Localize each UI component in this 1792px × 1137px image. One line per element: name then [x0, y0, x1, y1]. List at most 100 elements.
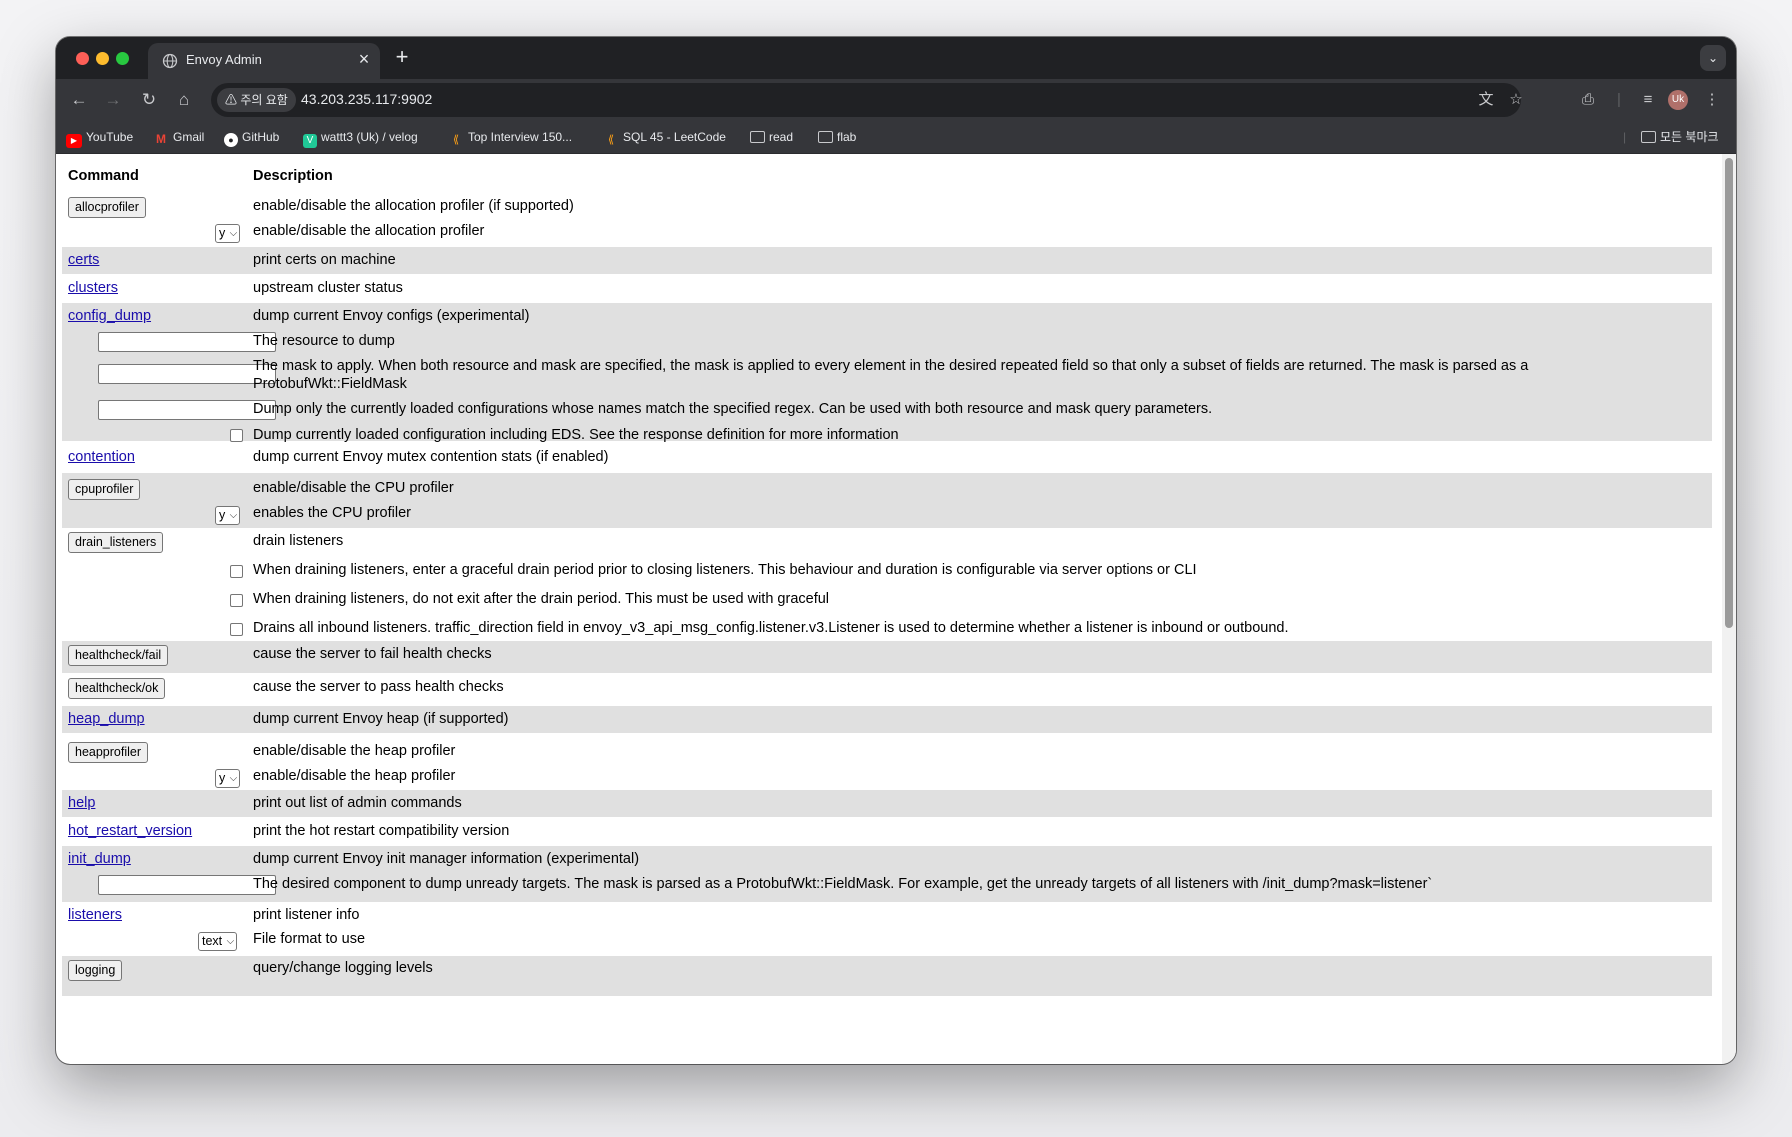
config-dump-link[interactable]: config_dump	[68, 308, 151, 324]
media-controls-icon[interactable]: ≡	[1636, 88, 1660, 112]
window-minimize-button[interactable]	[96, 52, 109, 65]
drain-skip-exit-checkbox[interactable]	[230, 594, 243, 607]
browser-toolbar: ← → ↻ ⌂ ⚠ 주의 요함 43.203.235.117:9902 文 ☆ …	[56, 79, 1736, 121]
translate-icon[interactable]: 文	[1474, 88, 1498, 112]
hot-restart-version-link[interactable]: hot_restart_version	[68, 823, 192, 839]
init-dump-mask-description: The desired component to dump unready ta…	[253, 876, 1433, 892]
folder-icon	[1641, 131, 1656, 143]
gmail-icon: M	[156, 132, 166, 146]
init-dump-link[interactable]: init_dump	[68, 851, 131, 867]
heapprofiler-enable-select[interactable]: y	[215, 769, 241, 788]
forward-arrow-icon[interactable]: →	[100, 87, 126, 113]
allocprofiler-button[interactable]: allocprofiler	[68, 197, 146, 218]
bookmark-folder-read[interactable]: read	[750, 128, 793, 146]
url-text[interactable]: 43.203.235.117:9902	[301, 91, 432, 107]
logging-button[interactable]: logging	[68, 960, 123, 981]
cpuprofiler-param-description: enables the CPU profiler	[253, 505, 411, 521]
config-dump-mask-description: The mask to apply. When both resource an…	[253, 358, 1529, 374]
allocprofiler-enable-select[interactable]: y	[215, 224, 241, 243]
allocprofiler-description: enable/disable the allocation profiler (…	[253, 198, 574, 214]
extensions-icon[interactable]: ⎙	[1576, 88, 1600, 112]
bookmark-gmail[interactable]: M Gmail	[153, 128, 204, 146]
listeners-format-select[interactable]: text	[198, 932, 238, 951]
healthcheck-fail-description: cause the server to fail health checks	[253, 646, 492, 662]
config-dump-resource-description: The resource to dump	[253, 333, 395, 349]
bookmark-top-interview[interactable]: ⟪ Top Interview 150...	[448, 128, 572, 146]
bookmark-github[interactable]: ● GitHub	[224, 128, 279, 147]
not-secure-warning-chip[interactable]: ⚠ 주의 요함	[217, 88, 296, 112]
bookmark-velog[interactable]: Vwattt3 (Uk) / velog	[303, 128, 418, 148]
description-column-header: Description	[253, 168, 333, 184]
cpuprofiler-description: enable/disable the CPU profiler	[253, 480, 454, 496]
drain-graceful-checkbox[interactable]	[230, 565, 243, 578]
globe-icon	[162, 53, 178, 69]
tab-envoy-admin[interactable]: Envoy Admin ×	[148, 43, 380, 79]
drain-skip-exit-description: When draining listeners, do not exit aft…	[253, 591, 830, 607]
envoy-admin-page: Command Description allocprofiler enable…	[56, 154, 1736, 1064]
home-icon[interactable]: ⌂	[171, 87, 197, 113]
bookmarks-bar: ▶ YouTube M Gmail ● GitHub Vwattt3 (Uk) / v…	[56, 121, 1736, 154]
heapprofiler-description: enable/disable the heap profiler	[253, 743, 456, 759]
page-scrollbar[interactable]	[1722, 154, 1736, 1064]
allocprofiler-param-description: enable/disable the allocation profiler	[253, 223, 485, 239]
leetcode-icon: ⟪	[607, 134, 615, 146]
bookmark-sql-leetcode[interactable]: ⟪ SQL 45 - LeetCode	[603, 128, 726, 146]
heapprofiler-param-description: enable/disable the heap profiler	[253, 768, 456, 784]
config-dump-mask-input[interactable]	[98, 364, 276, 384]
contention-description: dump current Envoy mutex contention stat…	[253, 449, 609, 465]
heap-dump-description: dump current Envoy heap (if supported)	[253, 711, 509, 727]
window-close-button[interactable]	[76, 52, 89, 65]
heapprofiler-button[interactable]: heapprofiler	[68, 742, 149, 763]
drain-listeners-button[interactable]: drain_listeners	[68, 532, 164, 553]
healthcheck-ok-button[interactable]: healthcheck/ok	[68, 678, 166, 699]
command-column-header: Command	[68, 168, 139, 184]
certs-link[interactable]: certs	[68, 252, 99, 268]
healthcheck-ok-description: cause the server to pass health checks	[253, 679, 504, 695]
toolbar-divider: |	[1617, 91, 1621, 108]
folder-icon	[750, 131, 765, 143]
browser-window: Envoy Admin × + ⌄ ← → ↻ ⌂ ⚠ 주의 요함 43.203…	[56, 37, 1736, 1064]
contention-link[interactable]: contention	[68, 449, 135, 465]
github-icon: ●	[224, 133, 238, 147]
drain-listeners-description: drain listeners	[253, 533, 344, 549]
reload-icon[interactable]: ↻	[136, 87, 162, 113]
folder-icon	[818, 131, 833, 143]
init-dump-description: dump current Envoy init manager informat…	[253, 851, 640, 867]
listeners-format-description: File format to use	[253, 931, 366, 947]
clusters-link[interactable]: clusters	[68, 280, 118, 296]
bookmark-youtube[interactable]: ▶ YouTube	[66, 128, 133, 148]
config-dump-name-regex-input[interactable]	[98, 400, 276, 420]
help-link[interactable]: help	[68, 795, 95, 811]
kebab-menu-icon[interactable]: ⋮	[1700, 88, 1724, 112]
star-bookmark-icon[interactable]: ☆	[1504, 88, 1528, 112]
heap-dump-link[interactable]: heap_dump	[68, 711, 145, 727]
listeners-link[interactable]: listeners	[68, 907, 122, 923]
cpuprofiler-button[interactable]: cpuprofiler	[68, 479, 141, 500]
tab-strip: Envoy Admin × + ⌄	[56, 37, 1736, 79]
clusters-description: upstream cluster status	[253, 280, 403, 296]
window-maximize-button[interactable]	[116, 52, 129, 65]
tab-title: Envoy Admin	[186, 52, 262, 67]
address-bar[interactable]: ⚠ 주의 요함 43.203.235.117:9902 文 ☆	[211, 83, 1523, 117]
config-dump-resource-input[interactable]	[98, 332, 276, 352]
close-tab-icon[interactable]: ×	[354, 49, 374, 70]
drain-inbound-only-checkbox[interactable]	[230, 623, 243, 636]
leetcode-icon: ⟪	[452, 134, 460, 146]
bookmarks-divider: |	[1623, 130, 1627, 144]
init-dump-mask-input[interactable]	[98, 875, 276, 895]
scrollbar-thumb[interactable]	[1725, 158, 1733, 628]
config-dump-include-eds-checkbox[interactable]	[230, 429, 243, 442]
help-description: print out list of admin commands	[253, 795, 462, 811]
healthcheck-fail-button[interactable]: healthcheck/fail	[68, 645, 169, 666]
new-tab-button[interactable]: +	[390, 44, 414, 70]
profile-avatar[interactable]: Uk	[1668, 90, 1688, 110]
listeners-description: print listener info	[253, 907, 360, 923]
all-bookmarks-folder[interactable]: 모든 북마크	[1641, 128, 1719, 146]
cpuprofiler-enable-select[interactable]: y	[215, 506, 241, 525]
tab-search-button[interactable]: ⌄	[1700, 45, 1726, 71]
drain-graceful-description: When draining listeners, enter a gracefu…	[253, 562, 1197, 578]
config-dump-name-regex-description: Dump only the currently loaded configura…	[253, 401, 1213, 417]
back-arrow-icon[interactable]: ←	[66, 87, 92, 113]
bookmark-folder-flab[interactable]: flab	[818, 128, 856, 146]
velog-icon: V	[303, 134, 317, 148]
